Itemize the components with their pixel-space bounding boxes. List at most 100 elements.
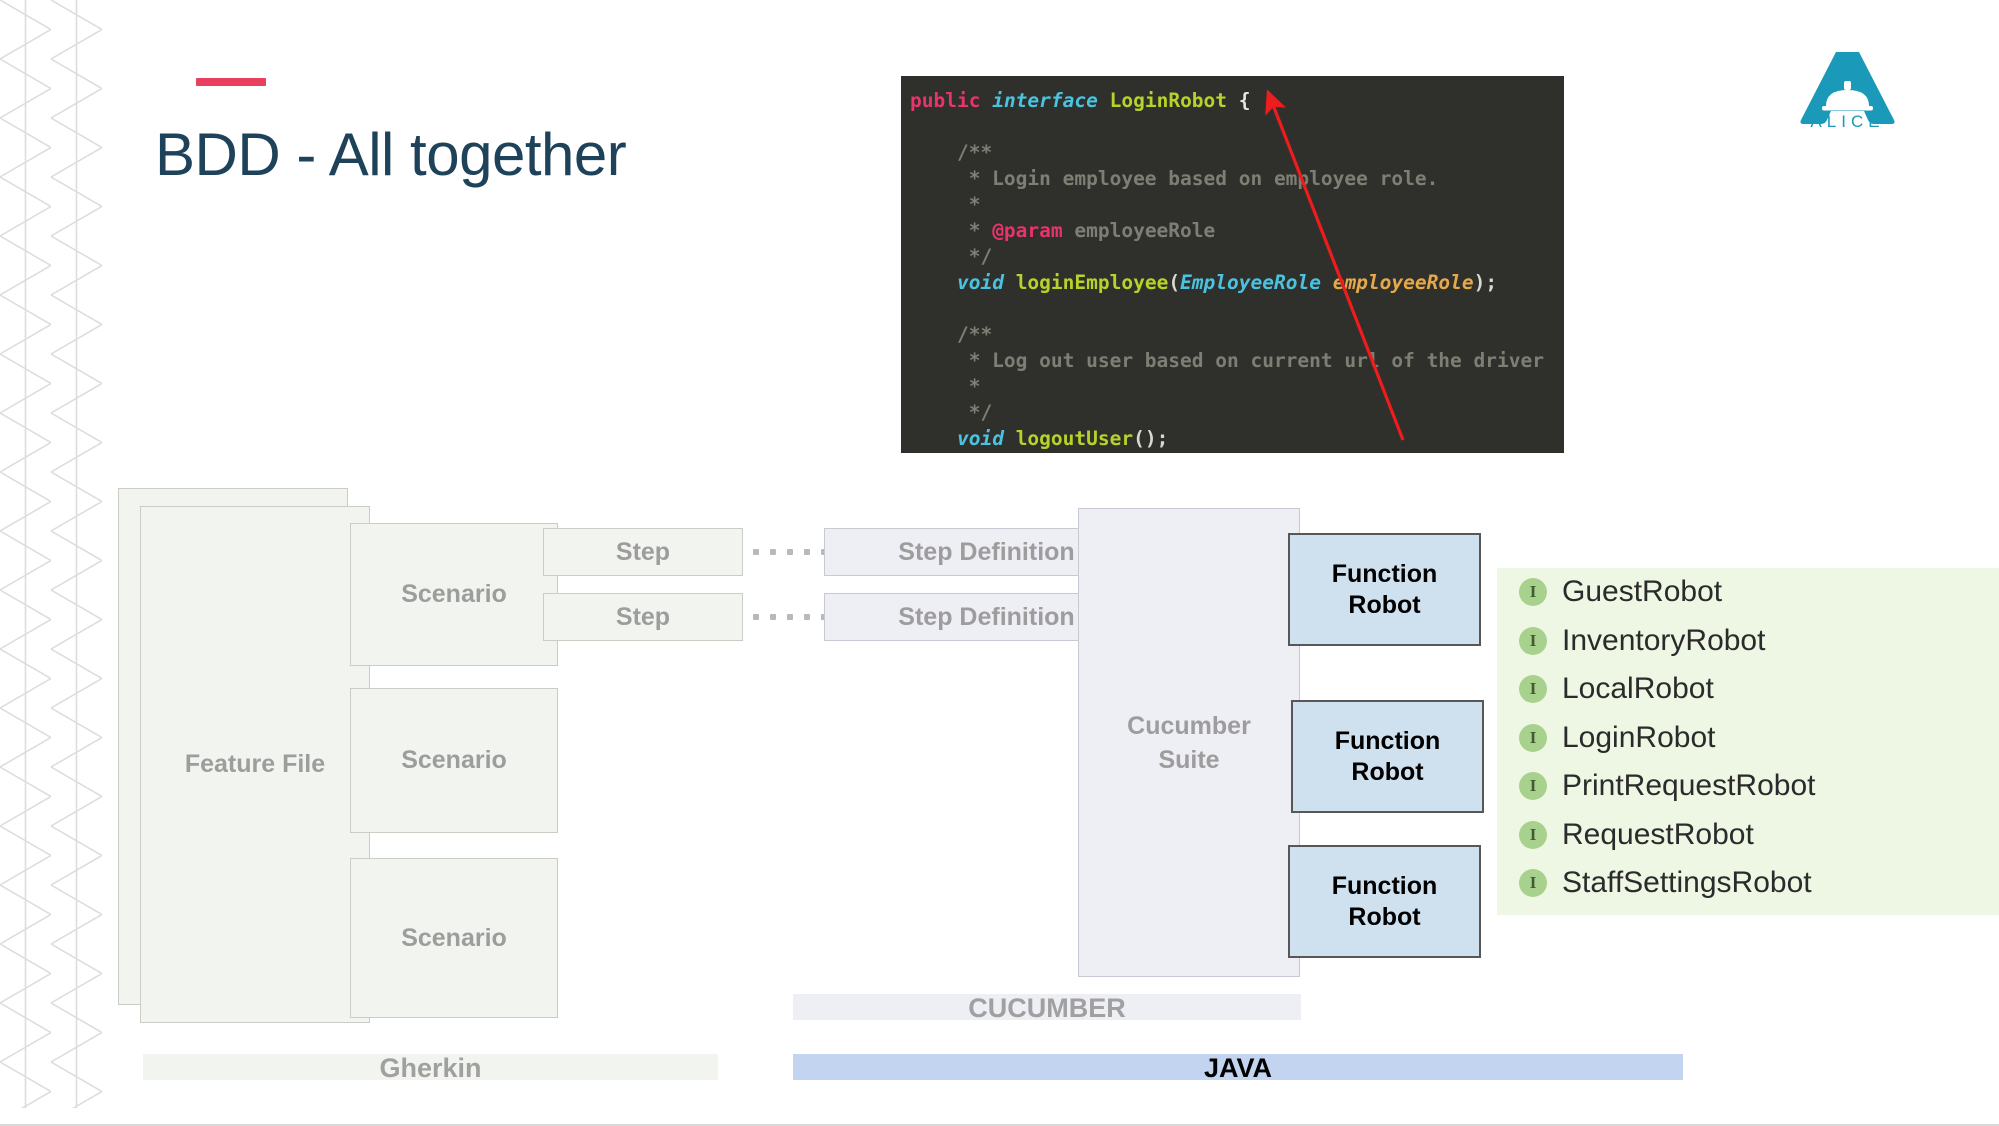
lane-gherkin: Gherkin [143,1053,718,1083]
robot-interface-name: GuestRobot [1562,575,1723,608]
interface-icon: I [1519,820,1547,849]
interface-icon: I [1519,578,1547,606]
step-label: Step [615,537,671,566]
robot-interface-name: LoginRobot [1562,720,1716,754]
lane-gherkin-label: Gherkin [379,1052,482,1083]
slide-canvas: BDD - All together ALICE public interfac… [0,0,1999,1126]
code-token: employeeRole [1062,219,1216,242]
robot-interface-list-item[interactable]: I LocalRobot [1519,671,1714,707]
code-line: * [901,192,1564,218]
title-accent-bar [196,78,266,86]
lattice-pattern-decoration [0,0,102,1108]
function-robot-box-2: Function Robot [1291,700,1484,813]
function-robot-label-line2: Robot [1348,590,1421,619]
code-token: void [956,427,1004,450]
step-connector-dots-1 [753,549,827,555]
step-label: Step [615,602,671,631]
step-box-1: Step [543,528,743,576]
code-token: (); [1133,427,1169,450]
robot-interface-list-item[interactable]: I LoginRobot [1519,720,1715,756]
step-connector-dots-2 [753,614,827,620]
function-robot-label-line2: Robot [1351,757,1424,786]
scenario-box-3: Scenario [350,858,558,1018]
lane-java-label: JAVA [1203,1052,1272,1083]
code-token: /** [956,141,993,164]
scenario-label: Scenario [401,923,507,952]
code-token: ); [1473,271,1498,294]
code-line: public interface LoginRobot { [901,76,1564,114]
page-title: BDD - All together [155,121,627,188]
code-line: * [901,374,1564,400]
interface-icon: I [1519,675,1547,703]
robot-interface-list-panel: I GuestRobot I InventoryRobot I LocalRobot I Lo… [1497,568,1999,915]
cucumber-suite-label-line1: Cucumber [1127,711,1251,740]
feature-file-label: Feature File [184,750,326,778]
function-robot-label-line2: Robot [1348,902,1421,931]
robot-interface-list-item[interactable]: I InventoryRobot [1519,623,1765,659]
step-definition-label: Step Definition [898,602,1075,631]
code-line: */ [901,400,1564,426]
cucumber-suite-box: Cucumber Suite [1078,508,1300,977]
scenario-box-2: Scenario [350,688,558,833]
function-robot-box-3: Function Robot [1288,845,1481,958]
code-token: ( [1168,271,1181,294]
code-token: */ [968,401,993,424]
lane-cucumber-label: CUCUMBER [968,992,1126,1023]
robot-interface-list-item[interactable]: I StaffSettingsRobot [1519,865,1812,901]
interface-icon: I [1519,626,1547,655]
code-token: LoginRobot [1109,89,1228,112]
function-robot-label-line1: Function [1331,559,1438,588]
java-interface-code-snippet: public interface LoginRobot { /** * Logi… [901,76,1564,453]
code-line: /** [901,140,1564,166]
code-token: loginEmployee [1015,271,1169,294]
code-token: * [968,219,993,242]
robot-interface-list-item[interactable]: I PrintRequestRobot [1519,768,1815,804]
robot-interface-name: LocalRobot [1562,672,1714,705]
code-token: logoutUser [1015,427,1134,450]
code-token: * [968,375,981,398]
code-line: * Login employee based on employee role. [901,166,1564,192]
step-definition-label: Step Definition [898,537,1075,566]
function-robot-label-line1: Function [1331,871,1438,900]
robot-interface-name: PrintRequestRobot [1562,769,1816,802]
code-line: void loginEmployee(EmployeeRole employee… [901,270,1564,296]
robot-interface-name: InventoryRobot [1562,623,1766,657]
code-token: * Login employee based on employee role. [968,167,1439,190]
function-robot-label-line1: Function [1334,726,1441,755]
alice-logo-text: ALICE [1810,112,1885,131]
code-token: @param [992,219,1063,242]
code-token: void [956,271,1004,294]
feature-file-box: Feature File [140,506,370,1023]
step-box-2: Step [543,593,743,641]
interface-icon: I [1519,772,1547,800]
robot-interface-name: RequestRobot [1562,817,1754,851]
robot-interface-name: StaffSettingsRobot [1562,866,1812,899]
robot-interface-list-item[interactable]: I RequestRobot [1519,817,1754,853]
code-token: public [910,89,981,112]
code-line: * Log out user based on current url of t… [901,348,1564,374]
code-token: /** [956,323,993,346]
interface-icon: I [1519,869,1547,897]
code-token: * Log out user based on current url of t… [968,349,1544,372]
code-token: { [1227,89,1251,112]
scenario-box-1: Scenario [350,523,558,666]
cucumber-suite-label-line2: Suite [1158,745,1220,774]
robot-interface-list-item[interactable]: I GuestRobot [1519,574,1722,610]
code-token: * [968,193,981,216]
code-line: */ [901,244,1564,270]
